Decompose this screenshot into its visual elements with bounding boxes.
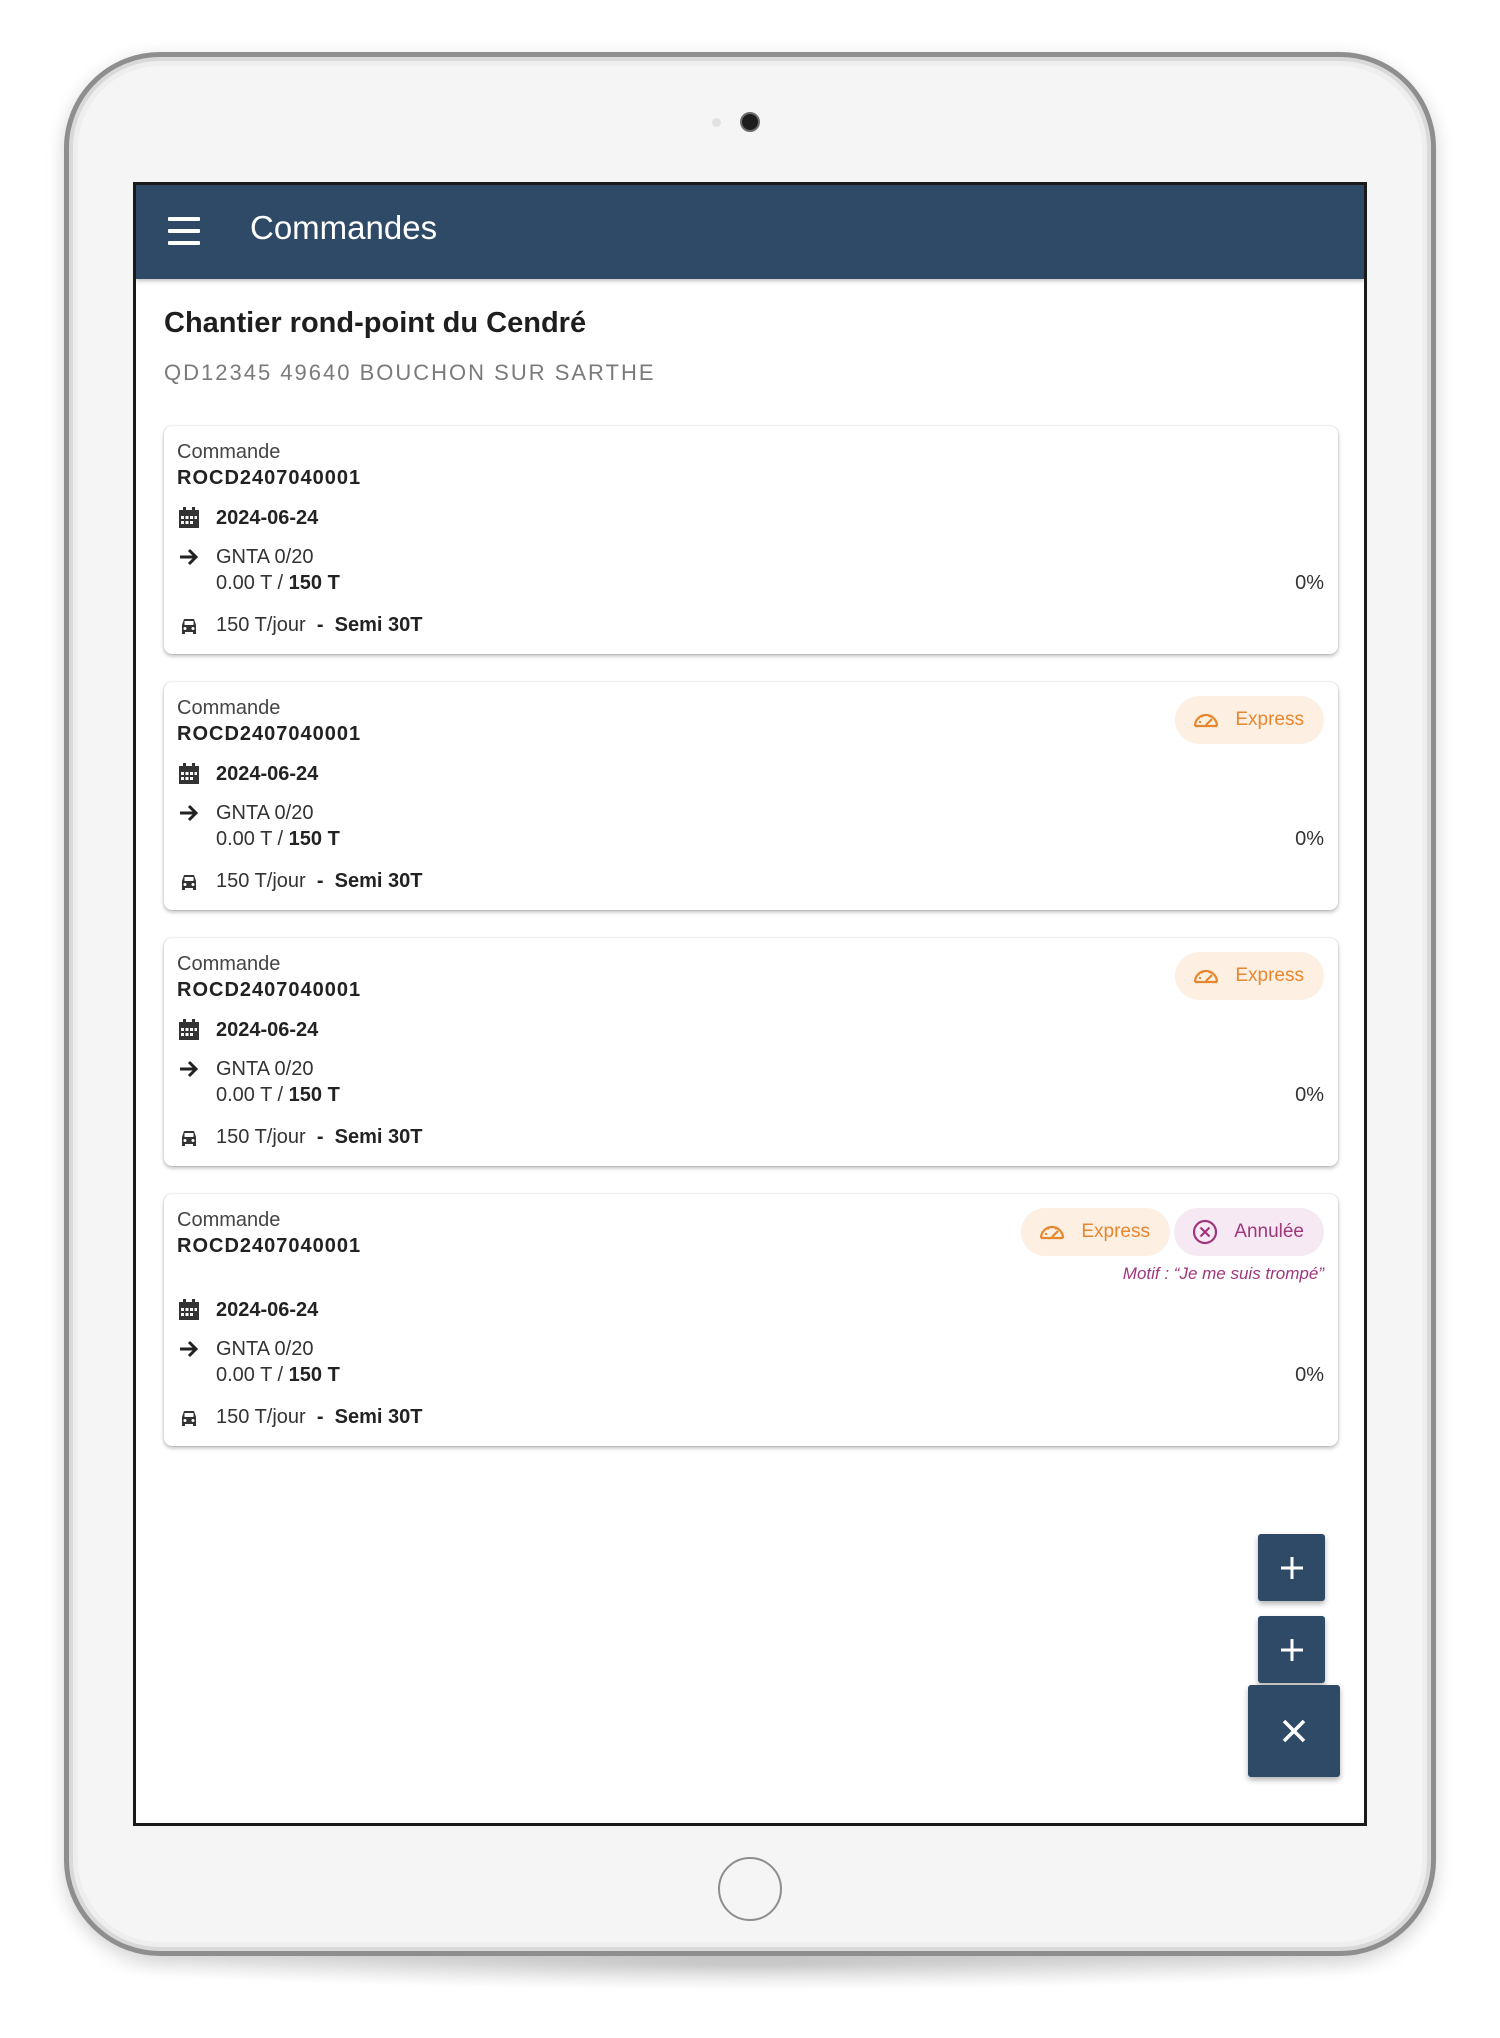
cancelled-badge: Annulée [1174, 1208, 1324, 1256]
order-delivery: 150 T/jour - Semi 30T [216, 1406, 423, 1428]
arrow-right-icon [180, 1060, 199, 1078]
order-reference: ROCD2407040001 [177, 979, 362, 1001]
order-card[interactable]: Commande ROCD2407040001 Express Annulée … [164, 1194, 1338, 1446]
order-card[interactable]: Commande ROCD2407040001 Express 2024-06-… [164, 938, 1338, 1166]
order-product: GNTA 0/20 [216, 802, 314, 824]
order-progress: 0% [1295, 1364, 1324, 1386]
speedometer-icon [1040, 1225, 1065, 1240]
order-reference: ROCD2407040001 [177, 467, 362, 489]
order-product: GNTA 0/20 [216, 1338, 314, 1360]
plus-icon [1280, 1556, 1303, 1579]
home-button[interactable] [718, 1857, 782, 1921]
order-product: GNTA 0/20 [216, 1058, 314, 1080]
order-date: 2024-06-24 [216, 507, 319, 529]
order-progress: 0% [1295, 828, 1324, 850]
page-title: Commandes [250, 209, 438, 246]
order-date: 2024-06-24 [216, 1019, 319, 1041]
order-delivery: 150 T/jour - Semi 30T [216, 1126, 423, 1148]
cancel-circle-icon [1193, 1219, 1218, 1245]
order-date: 2024-06-24 [216, 1299, 319, 1321]
arrow-right-icon [180, 548, 199, 566]
cancel-reason: Motif : “Je me suis trompé” [1122, 1264, 1324, 1283]
order-reference: ROCD2407040001 [177, 1235, 362, 1257]
calendar-icon [179, 1019, 199, 1040]
calendar-icon [179, 507, 199, 528]
order-date: 2024-06-24 [216, 763, 319, 785]
car-icon [182, 1411, 196, 1426]
express-badge: Express [1021, 1208, 1170, 1256]
add-button-1[interactable] [1258, 1534, 1325, 1601]
arrow-right-icon [180, 1340, 199, 1358]
order-label: Commande [177, 1209, 281, 1231]
order-card[interactable]: Commande ROCD2407040001 Express 2024-06-… [164, 682, 1338, 910]
close-icon [1282, 1719, 1306, 1743]
speedometer-icon [1194, 713, 1219, 728]
plus-icon [1280, 1638, 1303, 1661]
site-address: QD12345 49640 BOUCHON SUR SARTHE [164, 360, 656, 385]
camera-icon [740, 112, 760, 132]
order-quantity: 0.00 T / 150 T [216, 828, 340, 850]
speedometer-icon [1194, 969, 1219, 984]
site-name: Chantier rond-point du Cendré [164, 307, 587, 339]
express-badge-label: Express [1235, 709, 1304, 730]
express-badge-label: Express [1081, 1221, 1150, 1242]
calendar-icon [179, 763, 199, 784]
car-icon [182, 1131, 196, 1146]
order-progress: 0% [1295, 572, 1324, 594]
order-card[interactable]: Commande ROCD2407040001 2024-06-24 GNTA … [164, 426, 1338, 654]
express-badge: Express [1175, 952, 1324, 1000]
express-badge-label: Express [1235, 965, 1304, 986]
order-label: Commande [177, 441, 281, 463]
cancelled-badge-label: Annulée [1234, 1221, 1304, 1242]
arrow-right-icon [180, 804, 199, 822]
order-delivery: 150 T/jour - Semi 30T [216, 614, 423, 636]
hamburger-menu-icon[interactable] [168, 217, 200, 245]
calendar-icon [179, 1299, 199, 1320]
order-quantity: 0.00 T / 150 T [216, 572, 340, 594]
app-bar: Commandes [136, 185, 1364, 279]
order-quantity: 0.00 T / 150 T [216, 1084, 340, 1106]
order-label: Commande [177, 697, 281, 719]
add-button-2[interactable] [1258, 1616, 1325, 1683]
car-icon [182, 619, 196, 634]
order-delivery: 150 T/jour - Semi 30T [216, 870, 423, 892]
sensor-dot [712, 118, 721, 127]
close-fab-button[interactable] [1248, 1685, 1340, 1777]
order-reference: ROCD2407040001 [177, 723, 362, 745]
car-icon [182, 875, 196, 890]
order-label: Commande [177, 953, 281, 975]
express-badge: Express [1175, 696, 1324, 744]
order-quantity: 0.00 T / 150 T [216, 1364, 340, 1386]
app-screen: Commandes Chantier rond-point du Cendré … [133, 182, 1367, 1826]
order-product: GNTA 0/20 [216, 546, 314, 568]
order-progress: 0% [1295, 1084, 1324, 1106]
